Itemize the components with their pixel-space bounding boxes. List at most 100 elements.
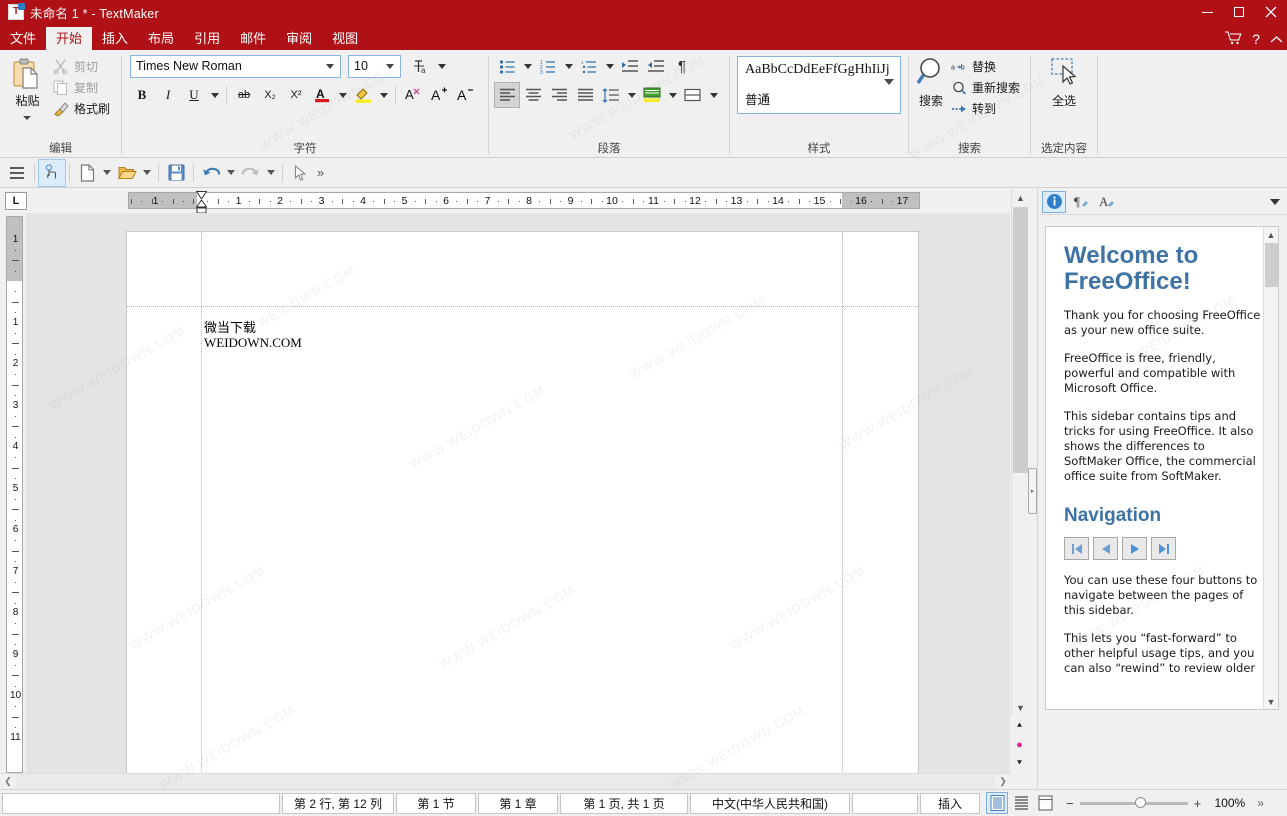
numbered-list-button[interactable]: 123 xyxy=(536,54,560,78)
zoom-in-button[interactable]: + xyxy=(1194,796,1202,811)
zoom-level-label[interactable]: 100% xyxy=(1207,796,1245,810)
redo-dropdown[interactable] xyxy=(264,160,278,186)
status-section[interactable]: 第 1 节 xyxy=(396,792,476,814)
view-draft-button[interactable] xyxy=(1010,792,1032,814)
font-size-combo[interactable]: 10 xyxy=(348,54,401,78)
underline-button[interactable]: U xyxy=(182,83,206,107)
undo-icon[interactable] xyxy=(198,160,224,186)
bold-button[interactable]: B xyxy=(130,83,154,107)
sidebar-nav-prev-button[interactable] xyxy=(1093,537,1118,560)
hscroll-track[interactable] xyxy=(16,773,995,790)
undo-dropdown[interactable] xyxy=(224,160,238,186)
font-color-button[interactable]: A xyxy=(310,83,334,107)
sidebar-nav-last-button[interactable] xyxy=(1151,537,1176,560)
zoom-out-button[interactable]: − xyxy=(1066,796,1074,811)
paste-button[interactable]: 粘贴 xyxy=(5,54,50,138)
tab-stop-selector[interactable]: L xyxy=(5,192,27,210)
previous-page-button[interactable]: ⯅ xyxy=(1011,716,1028,735)
format-painter-button[interactable]: 格式刷 xyxy=(50,98,116,119)
help-icon[interactable]: ? xyxy=(1252,32,1260,46)
scroll-up-arrow[interactable]: ▲ xyxy=(1012,189,1029,206)
collapse-ribbon-icon[interactable] xyxy=(1270,32,1283,46)
status-page[interactable]: 第 1 页, 共 1 页 xyxy=(560,792,688,814)
borders-dropdown[interactable] xyxy=(707,83,720,107)
copy-button[interactable]: 复制 xyxy=(50,77,116,98)
next-page-button[interactable]: ⯆ xyxy=(1011,754,1028,773)
pointer-icon[interactable] xyxy=(287,160,313,186)
sidebar-content[interactable]: Welcome to FreeOffice! Thank you for cho… xyxy=(1045,226,1279,710)
open-document-icon[interactable] xyxy=(114,160,140,186)
new-document-icon[interactable] xyxy=(74,160,100,186)
tab-review[interactable]: 审阅 xyxy=(276,27,322,50)
character-icon[interactable]: A xyxy=(1094,191,1118,213)
increase-indent-button[interactable] xyxy=(618,54,642,78)
sidebar-scroll-down-arrow[interactable]: ▼ xyxy=(1264,694,1278,709)
tab-references[interactable]: 引用 xyxy=(184,27,230,50)
replace-button[interactable]: ab 替换 xyxy=(948,56,1026,77)
tab-file[interactable]: 文件 xyxy=(0,27,46,50)
info-icon[interactable] xyxy=(1042,190,1066,213)
borders-button[interactable] xyxy=(681,83,705,107)
align-justify-button[interactable] xyxy=(573,83,597,107)
tab-layout[interactable]: 布局 xyxy=(138,27,184,50)
tab-view[interactable]: 视图 xyxy=(322,27,368,50)
document-canvas[interactable]: 微当下载 WEIDOWN.COM xyxy=(26,213,1010,773)
scroll-down-arrow[interactable]: ▼ xyxy=(1012,699,1029,716)
paragraph-mark-icon[interactable]: ¶ xyxy=(1068,191,1092,213)
sidebar-scrollbar-thumb[interactable] xyxy=(1265,243,1278,287)
change-case-button[interactable]: a xyxy=(409,54,433,78)
paste-dropdown-caret[interactable] xyxy=(23,116,32,120)
first-line-indent-marker[interactable] xyxy=(195,190,208,200)
show-formatting-marks-button[interactable]: ¶ xyxy=(670,54,694,78)
close-button[interactable] xyxy=(1255,0,1287,24)
tab-mailings[interactable]: 邮件 xyxy=(230,27,276,50)
superscript-button[interactable]: X² xyxy=(284,83,308,107)
align-left-button[interactable] xyxy=(494,82,520,108)
quickbar-overflow[interactable]: » xyxy=(317,165,324,180)
sidebar-menu-caret-icon[interactable] xyxy=(1270,199,1280,205)
highlight-button[interactable] xyxy=(351,83,375,107)
status-blank-field[interactable] xyxy=(852,792,918,814)
document-vertical-scrollbar[interactable]: ▲ ▼ xyxy=(1011,189,1028,716)
scrollbar-thumb[interactable] xyxy=(1013,207,1028,473)
tab-home[interactable]: 开始 xyxy=(46,27,93,50)
shading-dropdown[interactable] xyxy=(666,83,679,107)
horizontal-ruler[interactable]: L 1 1 2 3 4 5 6 7 8 9 10 11 12 13 14 15 16 17 xyxy=(0,189,1010,213)
view-page-layout-button[interactable] xyxy=(986,792,1008,814)
font-color-dropdown[interactable] xyxy=(336,83,349,107)
highlight-dropdown[interactable] xyxy=(377,83,390,107)
sidebar-nav-first-button[interactable] xyxy=(1064,537,1089,560)
hamburger-menu-icon[interactable] xyxy=(4,160,30,186)
subscript-button[interactable]: X₂ xyxy=(258,83,282,107)
shrink-font-button[interactable]: A xyxy=(453,83,477,107)
select-all-button[interactable]: 全选 xyxy=(1036,54,1092,138)
new-document-dropdown[interactable] xyxy=(100,160,114,186)
zoom-slider-knob[interactable] xyxy=(1134,796,1146,808)
sidebar-scroll-up-arrow[interactable]: ▲ xyxy=(1264,227,1278,242)
style-gallery[interactable]: AaBbCcDdEeFfGgHhIiJj 普通 xyxy=(737,56,901,114)
open-document-dropdown[interactable] xyxy=(140,160,154,186)
sidebar-nav-next-button[interactable] xyxy=(1122,537,1147,560)
status-chapter[interactable]: 第 1 章 xyxy=(478,792,558,814)
strikethrough-button[interactable]: ab xyxy=(232,83,256,107)
document-page[interactable]: 微当下载 WEIDOWN.COM xyxy=(126,231,919,773)
grow-font-button[interactable]: A xyxy=(427,83,451,107)
statusbar-overflow[interactable]: » xyxy=(1257,796,1264,810)
left-indent-marker[interactable] xyxy=(195,199,208,214)
status-insert-mode[interactable]: 插入 xyxy=(920,792,980,814)
bulleted-list-dropdown[interactable] xyxy=(521,54,534,78)
chevron-down-icon[interactable] xyxy=(386,64,394,69)
save-document-icon[interactable] xyxy=(163,160,189,186)
minimize-button[interactable] xyxy=(1191,0,1223,24)
line-spacing-dropdown[interactable] xyxy=(625,83,638,107)
shading-button[interactable] xyxy=(640,83,664,107)
search-button[interactable]: 搜索 xyxy=(914,54,948,138)
sidebar-scrollbar[interactable]: ▲ ▼ xyxy=(1263,227,1278,709)
maximize-button[interactable] xyxy=(1223,0,1255,24)
document-horizontal-scrollbar[interactable]: ❮ ❯ xyxy=(0,773,1011,790)
status-cursor-position[interactable]: 第 2 行, 第 12 列 xyxy=(282,792,394,814)
multilevel-list-button[interactable]: 1 xyxy=(577,54,601,78)
line-spacing-button[interactable] xyxy=(599,83,623,107)
goto-button[interactable]: 转到 xyxy=(948,98,1026,119)
tab-insert[interactable]: 插入 xyxy=(92,27,138,50)
